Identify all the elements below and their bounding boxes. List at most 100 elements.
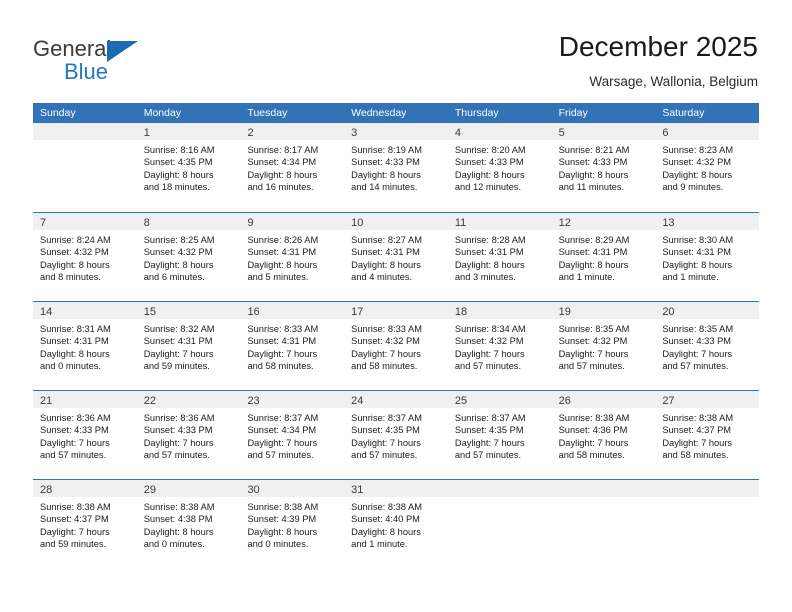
day-detail-line: Sunset: 4:32 PM [351,336,420,347]
day-cell-21[interactable]: 21 Sunrise: 8:36 AM Sunset: 4:33 PM Dayligh… [33,391,137,479]
weekday-header-tuesday: Tuesday [247,107,288,119]
day-detail-line: and 57 minutes. [351,450,418,461]
day-detail-line: and 4 minutes. [351,272,413,283]
day-cell-26[interactable]: 26 Sunrise: 8:38 AM Sunset: 4:36 PM Dayligh… [551,391,656,479]
day-number-band: 5 [551,123,656,140]
day-detail-line: and 57 minutes. [558,361,625,372]
day-number: 31 [351,484,364,496]
day-details: Sunrise: 8:33 AM Sunset: 4:32 PM Daylight:… [344,319,448,373]
day-detail-line: Sunrise: 8:23 AM [662,145,734,155]
day-cell-22[interactable]: 22 Sunrise: 8:36 AM Sunset: 4:33 PM Dayligh… [136,391,241,479]
day-detail-line: Sunset: 4:31 PM [40,336,109,347]
day-cell-25[interactable]: 25 Sunrise: 8:37 AM Sunset: 4:35 PM Dayligh… [447,391,552,479]
day-number-band: 16 [240,302,345,319]
calendar-grid: Sunday Monday Tuesday Wednesday Thursday Frid… [33,103,760,568]
day-cell-8[interactable]: 8 Sunrise: 8:25 AM Sunset: 4:32 PM Daylight… [136,213,241,301]
day-detail-line: Daylight: 7 hours [247,348,318,359]
day-detail-line: Sunrise: 8:25 AM [143,235,215,245]
day-detail-line: Daylight: 8 hours [143,526,214,537]
day-number: 28 [40,484,53,496]
day-details: Sunrise: 8:37 AM Sunset: 4:35 PM Daylight:… [344,408,448,462]
day-cell-7[interactable]: 7 Sunrise: 8:24 AM Sunset: 4:32 PM Daylight… [33,213,137,301]
day-cell-11[interactable]: 11 Sunrise: 8:28 AM Sunset: 4:31 PM Dayligh… [447,213,552,301]
day-cell-5[interactable]: 5 Sunrise: 8:21 AM Sunset: 4:33 PM Daylight… [551,123,656,212]
day-detail-line: and 57 minutes. [143,450,210,461]
day-cell-12[interactable]: 12 Sunrise: 8:29 AM Sunset: 4:31 PM Dayligh… [551,213,656,301]
day-number: 11 [454,217,467,229]
day-cell-1[interactable]: 1 Sunrise: 8:16 AM Sunset: 4:35 PM Daylight… [136,123,241,212]
day-number-band: 15 [136,302,241,319]
day-detail-line: Sunset: 4:37 PM [662,425,732,436]
day-number-band: 2 [240,123,345,140]
day-detail-line: and 58 minutes. [662,450,729,461]
day-detail-line: and 59 minutes. [143,361,210,372]
day-detail-line: and 5 minutes. [247,272,309,283]
day-number: 4 [454,127,461,139]
day-detail-line: Sunset: 4:31 PM [662,247,732,258]
day-detail-line: Sunset: 4:31 PM [454,247,524,258]
day-number-band: 22 [136,391,241,408]
day-number: 29 [143,484,156,496]
day-cell-4[interactable]: 4 Sunrise: 8:20 AM Sunset: 4:33 PM Daylight… [447,123,552,212]
day-number-band: 7 [33,213,137,230]
day-cell-3[interactable]: 3 Sunrise: 8:19 AM Sunset: 4:33 PM Daylight… [344,123,448,212]
day-cell-31[interactable]: 31 Sunrise: 8:38 AM Sunset: 4:40 PM Dayligh… [344,480,448,568]
day-detail-line: Sunset: 4:34 PM [247,425,317,436]
day-detail-line: Daylight: 8 hours [143,169,214,180]
day-cell-2[interactable]: 2 Sunrise: 8:17 AM Sunset: 4:34 PM Daylight… [240,123,345,212]
day-detail-line: and 18 minutes. [143,182,210,193]
day-cell-10[interactable]: 10 Sunrise: 8:27 AM Sunset: 4:31 PM Dayligh… [344,213,448,301]
day-cell-17[interactable]: 17 Sunrise: 8:33 AM Sunset: 4:32 PM Dayligh… [344,302,448,390]
day-number-band: 6 [655,123,760,140]
day-cell-14[interactable]: 14 Sunrise: 8:31 AM Sunset: 4:31 PM Dayligh… [33,302,137,390]
day-cell-28[interactable]: 28 Sunrise: 8:38 AM Sunset: 4:37 PM Dayligh… [33,480,137,568]
day-number: 30 [247,484,260,496]
day-number: 7 [40,217,47,229]
day-detail-line: Daylight: 7 hours [558,437,629,448]
day-detail-line: Daylight: 8 hours [247,526,318,537]
day-number: 6 [662,127,669,139]
day-number: 25 [454,395,468,407]
day-cell-24[interactable]: 24 Sunrise: 8:37 AM Sunset: 4:35 PM Dayligh… [344,391,448,479]
day-detail-line: Daylight: 8 hours [454,259,525,270]
day-cell-6[interactable]: 6 Sunrise: 8:23 AM Sunset: 4:32 PM Daylight… [655,123,760,212]
day-detail-line: Sunset: 4:32 PM [662,157,732,168]
day-number-band: 3 [344,123,448,140]
day-cell-18[interactable]: 18 Sunrise: 8:34 AM Sunset: 4:32 PM Dayligh… [447,302,552,390]
day-detail-line: Sunset: 4:32 PM [143,247,213,258]
page-subtitle: Warsage, Wallonia, Belgium [589,74,758,89]
day-cell-15[interactable]: 15 Sunrise: 8:32 AM Sunset: 4:31 PM Dayligh… [136,302,241,390]
day-number: 20 [662,306,675,318]
day-cell-9[interactable]: 9 Sunrise: 8:26 AM Sunset: 4:31 PM Daylight… [240,213,345,301]
day-detail-line: Sunset: 4:32 PM [558,336,628,347]
day-number: 8 [143,217,150,229]
day-cell-29[interactable]: 29 Sunrise: 8:38 AM Sunset: 4:38 PM Dayligh… [136,480,241,568]
day-detail-line: Sunset: 4:37 PM [40,514,109,525]
day-cell-30[interactable]: 30 Sunrise: 8:38 AM Sunset: 4:39 PM Dayligh… [240,480,345,568]
day-number-band: 13 [655,213,760,230]
day-detail-line: Sunrise: 8:38 AM [558,413,630,423]
day-details: Sunrise: 8:36 AM Sunset: 4:33 PM Daylight:… [33,408,137,462]
day-detail-line: Daylight: 7 hours [351,348,421,359]
day-detail-line: Daylight: 7 hours [351,437,421,448]
day-cell-23[interactable]: 23 Sunrise: 8:37 AM Sunset: 4:34 PM Dayligh… [240,391,345,479]
day-number-band: 19 [551,302,656,319]
day-detail-line: Daylight: 7 hours [247,437,318,448]
day-number: 21 [40,395,53,407]
day-number-band: 21 [33,391,137,408]
day-number-band: 27 [655,391,760,408]
day-details: Sunrise: 8:33 AM Sunset: 4:31 PM Daylight:… [240,319,344,373]
day-cell-13[interactable]: 13 Sunrise: 8:30 AM Sunset: 4:31 PM Dayligh… [655,213,760,301]
day-cell-empty [655,480,760,568]
day-cell-20[interactable]: 20 Sunrise: 8:35 AM Sunset: 4:33 PM Dayligh… [655,302,760,390]
day-number-band: 10 [344,213,448,230]
day-cell-19[interactable]: 19 Sunrise: 8:35 AM Sunset: 4:32 PM Dayligh… [551,302,656,390]
day-cell-16[interactable]: 16 Sunrise: 8:33 AM Sunset: 4:31 PM Dayligh… [240,302,345,390]
day-number: 27 [662,395,675,407]
general-blue-logo[interactable]: General Blue [33,36,233,88]
day-cell-27[interactable]: 27 Sunrise: 8:38 AM Sunset: 4:37 PM Dayligh… [655,391,760,479]
day-details: Sunrise: 8:21 AM Sunset: 4:33 PM Daylight:… [552,140,656,194]
day-detail-line: and 59 minutes. [40,539,107,550]
weekday-header-saturday: Saturday [662,107,705,119]
day-detail-line: and 0 minutes. [247,539,309,550]
